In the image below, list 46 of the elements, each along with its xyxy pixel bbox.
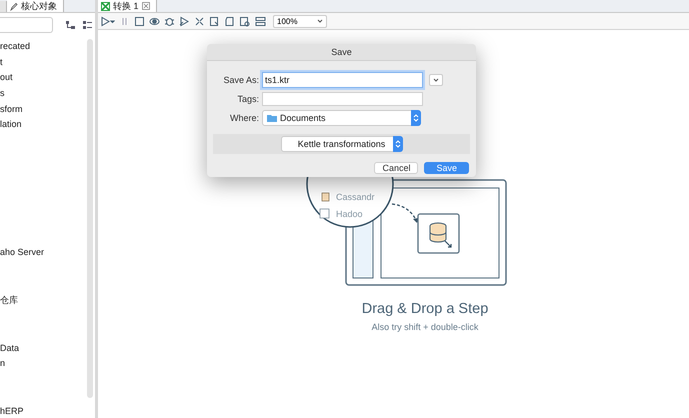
cancel-button[interactable]: Cancel [374,162,418,174]
tree-item[interactable]: sform [0,102,87,118]
tree-item[interactable]: hERP [0,404,87,418]
file-name-field[interactable]: ts1.ktr [262,72,423,88]
panel-tab[interactable]: 核心对象 [7,0,64,12]
close-icon[interactable] [142,2,150,10]
caret-icon [317,19,323,23]
tree-item[interactable]: Data [0,340,87,356]
tags-field[interactable] [262,92,423,106]
format-select[interactable]: Kettle transformations [280,136,402,152]
chevron-icon [433,78,439,82]
editor-tab[interactable]: 转换 1 [98,0,157,12]
tree-item[interactable]: aho Server [0,245,87,261]
tree-item[interactable]: lation [0,117,87,134]
run-icon[interactable] [101,16,115,26]
zoom-select[interactable]: 100% [273,14,327,28]
tree-item[interactable]: t [0,54,87,70]
document-icon[interactable] [224,16,235,26]
stepper-icon [394,139,400,149]
tree-item[interactable]: 仓库 [0,292,87,308]
step-label: Cassandr [336,192,375,202]
hierarchy-icon[interactable] [65,20,76,30]
field-label: Save As: [222,75,259,85]
location-select[interactable]: Documents [262,110,421,126]
empty-canvas-title: Drag & Drop a Step [362,301,488,317]
stepper-icon [413,113,419,123]
search-field[interactable] [0,17,53,33]
tree-item[interactable]: recated [0,39,87,55]
tree-item[interactable]: n [0,356,87,372]
expand-button[interactable] [429,74,443,86]
stop-icon[interactable] [134,16,145,26]
replay-icon[interactable] [179,16,190,26]
field-label: Where: [228,113,259,123]
transformation-icon [101,2,110,10]
tree-item[interactable]: s [0,86,87,102]
tree-item[interactable]: out [0,70,87,86]
folder-icon [267,114,277,122]
field-label: Tags: [236,94,259,104]
pencil-icon [10,2,18,10]
bug-icon[interactable] [164,16,175,26]
list-icon[interactable] [82,20,93,30]
eye-icon[interactable] [149,16,160,26]
step-label: Hadoo [336,209,363,219]
dialog-title: Save [207,44,476,61]
layout-icon[interactable] [254,16,267,26]
empty-canvas-hint: Also try shift + double-click [372,322,478,332]
